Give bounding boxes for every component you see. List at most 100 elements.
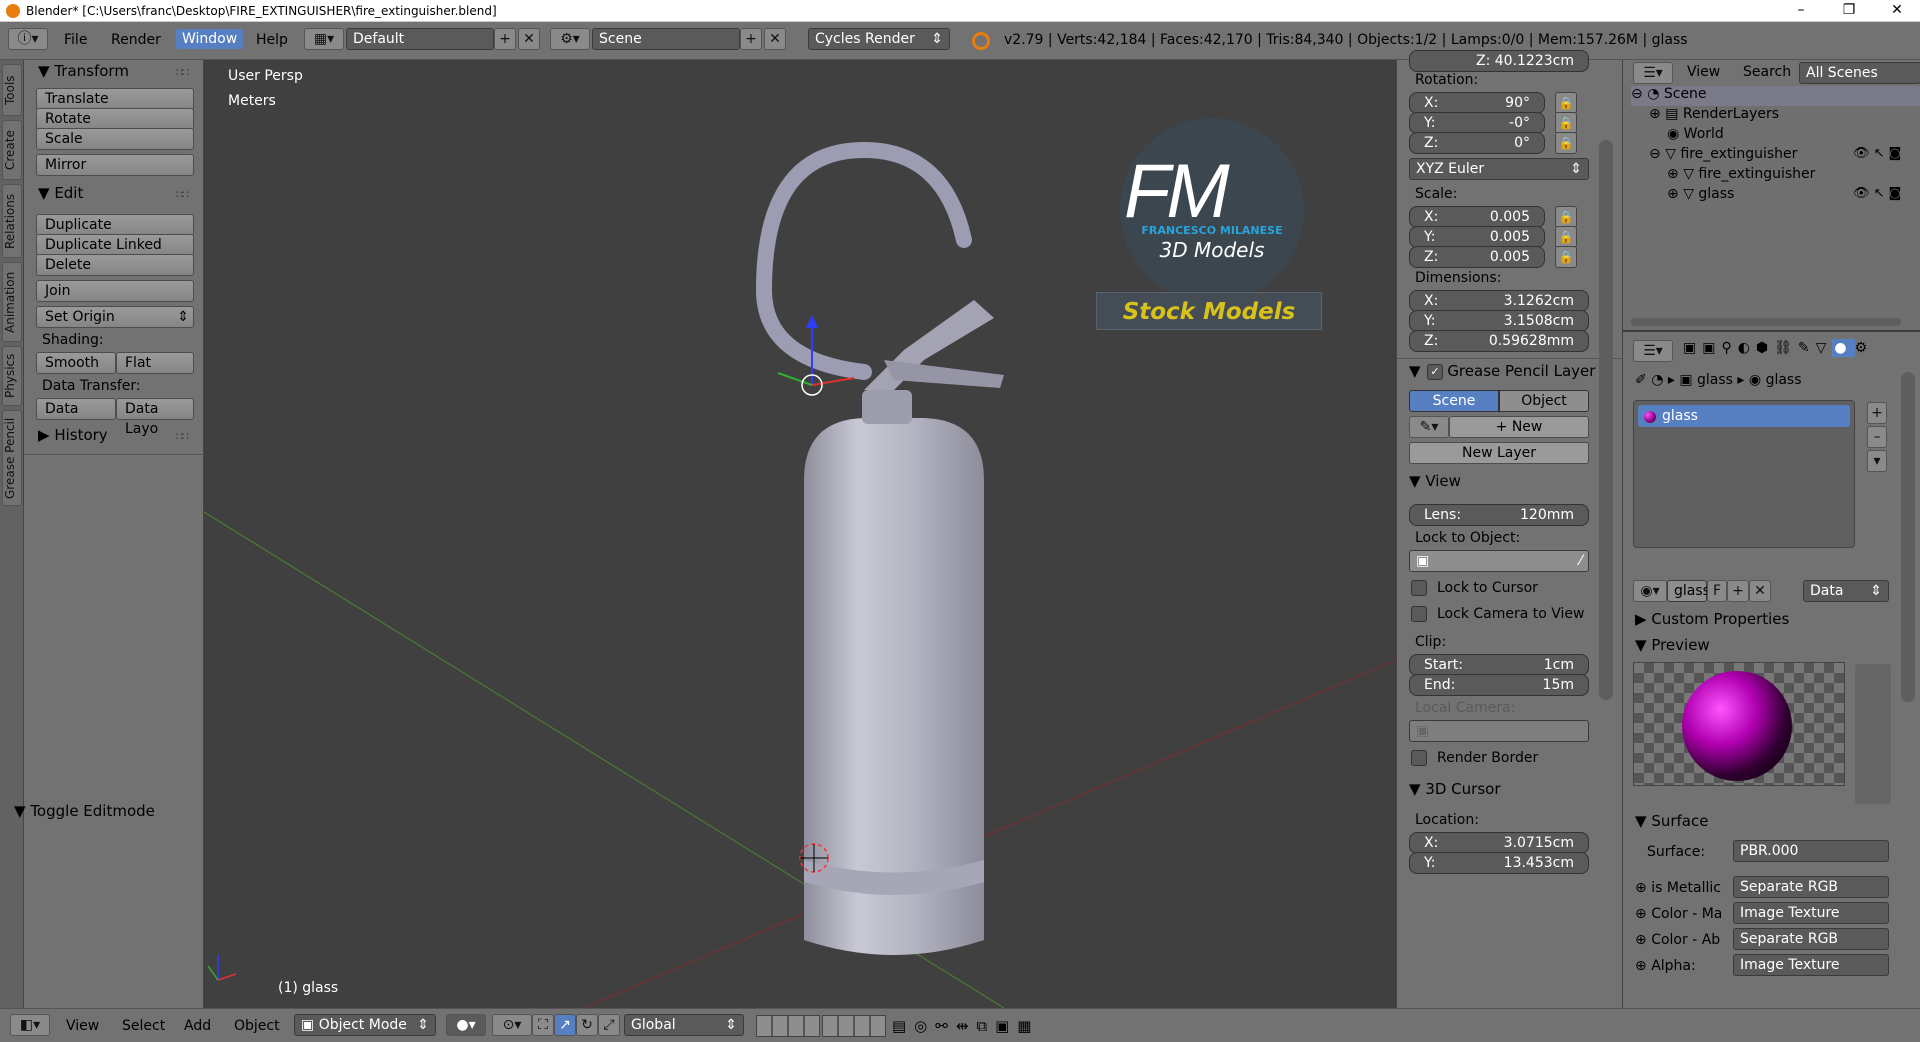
lock-icon[interactable]: 🔒	[1555, 226, 1577, 248]
socket-icon[interactable]: ⊕	[1635, 906, 1651, 922]
socket-icon[interactable]: ⊕	[1635, 932, 1651, 948]
rotate-manip-icon[interactable]: ↻	[576, 1014, 598, 1036]
lock-icon[interactable]: 🔒	[1555, 92, 1577, 114]
toggle-editmode-header[interactable]: ▼ Toggle Editmode	[14, 802, 155, 820]
material-browse-icon[interactable]: ◉▾	[1633, 580, 1667, 602]
scale-x-field[interactable]: X: 0.005	[1409, 206, 1545, 228]
rotation-mode-select[interactable]: XYZ Euler ⇕	[1409, 158, 1589, 180]
material-slot-glass[interactable]: glass	[1638, 405, 1850, 427]
lens-field[interactable]: Lens: 120mm	[1409, 504, 1589, 526]
properties-scrollbar[interactable]	[1901, 372, 1915, 702]
gp-scene-toggle[interactable]: Scene	[1409, 390, 1499, 412]
tab-tools[interactable]: Tools	[2, 64, 22, 116]
display-mode-select[interactable]: All Scenes	[1799, 62, 1920, 84]
outliner-search-menu[interactable]: Search	[1743, 64, 1791, 80]
socket-icon[interactable]: ⊕	[1635, 880, 1651, 896]
preview-header[interactable]: ▼ Preview	[1635, 636, 1710, 654]
outliner-hscrollbar[interactable]	[1631, 318, 1901, 326]
scene-icon[interactable]: ⚙▾	[550, 28, 590, 50]
rotation-z-field[interactable]: Z: 0°	[1409, 132, 1545, 154]
link-select[interactable]: Data ⇕	[1803, 580, 1889, 602]
remove-layout-icon[interactable]: ✕	[518, 28, 540, 50]
screen-layout-icon[interactable]: ▦▾	[304, 28, 344, 50]
clip-end-field[interactable]: End: 15m	[1409, 674, 1589, 696]
menu-add[interactable]: Add	[184, 1018, 211, 1034]
add-slot-icon[interactable]: +	[1867, 402, 1887, 424]
orientation-select[interactable]: Global ⇕	[624, 1014, 744, 1036]
pencil-icon[interactable]: ✎▾	[1409, 416, 1449, 438]
tab-create[interactable]: Create	[2, 120, 22, 180]
mirror-button[interactable]: Mirror	[36, 154, 194, 176]
material-name-field[interactable]: glass	[1667, 580, 1710, 602]
dimension-x-field[interactable]: X: 3.1262cm	[1409, 290, 1589, 312]
dimension-y-field[interactable]: Y: 3.1508cm	[1409, 310, 1589, 332]
menu-file[interactable]: File	[64, 32, 87, 48]
outliner-row-scene[interactable]: ⊖ ◔ Scene	[1631, 86, 1920, 106]
menu-help[interactable]: Help	[256, 32, 288, 48]
tab-animation[interactable]: Animation	[2, 262, 22, 342]
cursor-x-field[interactable]: X: 3.0715cm	[1409, 832, 1589, 854]
remove-scene-icon[interactable]: ✕	[764, 28, 786, 50]
mode-select[interactable]: ▣ Object Mode ⇕	[294, 1014, 436, 1036]
manipulator-toggle-icon[interactable]: ⛶	[532, 1014, 554, 1036]
pin-icon[interactable]: ✐	[1635, 372, 1651, 388]
pivot-icon[interactable]: ⊙▾	[492, 1014, 532, 1036]
flat-button[interactable]: Flat	[116, 352, 194, 374]
gp-new-layer-button[interactable]: New Layer	[1409, 442, 1589, 464]
layer-buttons-right[interactable]	[822, 1015, 886, 1037]
minimize-button[interactable]: –	[1778, 0, 1824, 22]
duplicate-button[interactable]: Duplicate	[36, 214, 194, 236]
custom-properties-header[interactable]: ▶ Custom Properties	[1635, 610, 1789, 628]
edit-panel-header[interactable]: ▼ Edit	[38, 184, 83, 202]
lock-icon[interactable]: 🔒	[1555, 112, 1577, 134]
layout-field[interactable]: Default	[346, 28, 494, 50]
scale-button[interactable]: Scale	[36, 128, 194, 150]
context-tabs[interactable]: ▣▣⚲◐⬢⛓✎▽ ● ⚙	[1683, 339, 1873, 357]
tab-physics[interactable]: Physics	[2, 346, 22, 406]
translate-button[interactable]: Translate	[36, 88, 194, 110]
close-button[interactable]: ✕	[1874, 0, 1920, 22]
surface-node-select[interactable]: PBR.000	[1733, 840, 1889, 862]
rotation-y-field[interactable]: Y: -0°	[1409, 112, 1545, 134]
visibility-eye-icon[interactable]: 👁 ↖ ◙	[1853, 146, 1901, 161]
location-z-field[interactable]: Z: 40.1223cm	[1409, 50, 1589, 72]
preview-shape-buttons[interactable]	[1855, 664, 1891, 804]
smooth-button[interactable]: Smooth	[36, 352, 116, 374]
scale-manip-icon[interactable]: ⤢	[598, 1014, 620, 1036]
grip-icon[interactable]: ∷∷	[176, 430, 189, 443]
3d-viewport[interactable]: User Persp Meters FM FRANCESCO MILANESE …	[204, 60, 1396, 1008]
input-node-select[interactable]: Image Texture	[1733, 954, 1889, 976]
visibility-eye-icon[interactable]: 👁 ↖ ◙	[1853, 186, 1901, 201]
lock-camera-checkbox[interactable]	[1411, 606, 1427, 622]
gp-new-button[interactable]: + New	[1449, 416, 1589, 438]
grease-pencil-checkbox[interactable]: ✓	[1427, 364, 1443, 380]
dimension-z-field[interactable]: Z: 0.59628mm	[1409, 330, 1589, 352]
input-node-select[interactable]: Separate RGB	[1733, 928, 1889, 950]
cursor-y-field[interactable]: Y: 13.453cm	[1409, 852, 1589, 874]
translate-manip-icon[interactable]: ↗	[554, 1014, 576, 1036]
grease-pencil-panel-header[interactable]: ▼ ✓ Grease Pencil Layer	[1409, 362, 1595, 380]
history-panel-header[interactable]: ▶ History	[38, 426, 108, 444]
editor-type-3dview-icon[interactable]: ◧▾	[10, 1014, 50, 1036]
outliner-row-world[interactable]: ◉ World	[1667, 126, 1724, 142]
outliner-row-fire-extinguisher-mesh[interactable]: ⊕ ▽ fire_extinguisher	[1667, 166, 1815, 182]
add-scene-icon[interactable]: +	[740, 28, 762, 50]
new-material-icon[interactable]: +	[1727, 580, 1749, 602]
remove-slot-icon[interactable]: –	[1867, 426, 1887, 448]
outliner-row-renderlayers[interactable]: ⊕ ▤ RenderLayers	[1649, 106, 1779, 122]
outliner-row-glass[interactable]: ⊕ ▽ glass	[1667, 186, 1734, 202]
menu-object[interactable]: Object	[234, 1018, 280, 1034]
outliner-editor-icon[interactable]: ☰▾	[1633, 62, 1673, 84]
set-origin-select[interactable]: Set Origin ⇕	[36, 306, 194, 328]
scale-y-field[interactable]: Y: 0.005	[1409, 226, 1545, 248]
local-camera-field[interactable]: ▣	[1409, 720, 1589, 742]
clip-start-field[interactable]: Start: 1cm	[1409, 654, 1589, 676]
slot-menu-icon[interactable]: ▾	[1867, 450, 1887, 472]
menu-render[interactable]: Render	[111, 32, 161, 48]
editor-type-info-icon[interactable]: ⓘ▾	[8, 28, 48, 50]
grip-icon[interactable]: ∷∷	[176, 188, 189, 201]
socket-icon[interactable]: ⊕	[1635, 958, 1651, 974]
lock-to-cursor-checkbox[interactable]	[1411, 580, 1427, 596]
3d-cursor-panel-header[interactable]: ▼ 3D Cursor	[1409, 780, 1500, 798]
tab-grease-pencil[interactable]: Grease Pencil	[2, 410, 22, 506]
